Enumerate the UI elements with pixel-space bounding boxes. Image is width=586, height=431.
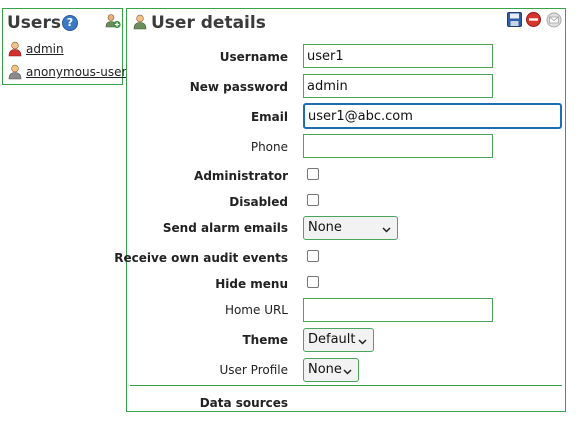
add-user-icon[interactable] (105, 13, 121, 33)
theme-value: Default (308, 332, 356, 347)
hide-menu-label: Hide menu (215, 277, 288, 291)
new-password-input[interactable] (303, 74, 493, 98)
username-input[interactable] (303, 44, 493, 68)
help-icon[interactable]: ? (62, 15, 78, 31)
phone-input[interactable] (303, 134, 493, 158)
page-title: User details (151, 13, 266, 33)
user-icon (133, 14, 147, 34)
administrator-label: Administrator (194, 169, 288, 183)
receive-audit-events-label: Receive own audit events (114, 251, 288, 265)
user-details-panel: User details Username New password Email… (114, 8, 566, 412)
user-icon (8, 64, 22, 84)
chevron-down-icon (358, 335, 367, 350)
home-url-input[interactable] (303, 298, 493, 322)
theme-label: Theme (242, 333, 288, 347)
chevron-down-icon (382, 223, 391, 238)
hide-menu-checkbox[interactable] (307, 276, 319, 288)
user-profile-label: User Profile (219, 363, 288, 377)
theme-select[interactable]: Default (303, 328, 374, 352)
receive-audit-events-checkbox[interactable] (307, 250, 319, 262)
user-link-admin[interactable]: admin (26, 42, 64, 56)
disabled-checkbox[interactable] (307, 194, 319, 206)
chevron-down-icon (343, 365, 352, 380)
section-divider (130, 385, 562, 386)
send-alarm-emails-value: None (308, 220, 342, 235)
user-profile-select[interactable]: None (303, 358, 359, 382)
users-panel: Users ? admin anonymous-user (2, 8, 126, 85)
home-url-label: Home URL (224, 303, 288, 317)
email-input[interactable] (303, 103, 562, 129)
save-icon[interactable] (507, 12, 522, 31)
phone-label: Phone (250, 140, 288, 154)
disabled-label: Disabled (229, 195, 288, 209)
data-sources-label: Data sources (199, 396, 288, 410)
user-profile-value: None (308, 362, 342, 377)
send-alarm-emails-select[interactable]: None (303, 216, 398, 240)
new-password-label: New password (189, 80, 288, 94)
admin-user-icon (8, 41, 22, 61)
users-title: Users (7, 13, 61, 33)
delete-icon[interactable] (526, 12, 541, 31)
administrator-checkbox[interactable] (307, 168, 319, 180)
user-link-anonymous-user[interactable]: anonymous-user (26, 65, 126, 79)
email-label: Email (250, 110, 288, 124)
send-alarm-emails-label: Send alarm emails (162, 221, 288, 235)
email-icon[interactable] (546, 12, 562, 32)
username-label: Username (219, 50, 288, 64)
